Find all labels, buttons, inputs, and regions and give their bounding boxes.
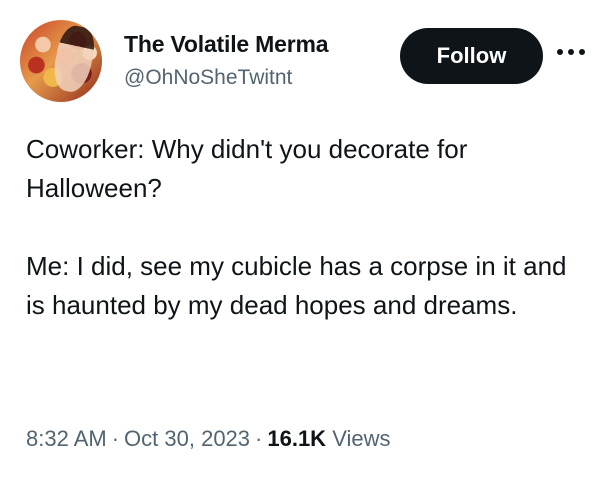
tweet-paragraph: Coworker: Why didn't you decorate for Ha…	[26, 134, 468, 203]
tweet-time[interactable]: 8:32 AM	[26, 426, 107, 451]
author-handle[interactable]: @OhNoSheTwitnt	[124, 66, 292, 90]
tweet-paragraph: Me: I did, see my cubicle has a corpse i…	[26, 251, 567, 320]
more-options-icon[interactable]	[555, 44, 587, 60]
follow-button[interactable]: Follow	[400, 28, 543, 84]
meta-separator: ·	[111, 426, 120, 451]
tweet-meta: 8:32 AM · Oct 30, 2023 · 16.1K Views	[26, 426, 391, 452]
avatar-face	[49, 22, 99, 96]
avatar[interactable]	[20, 20, 102, 102]
meta-separator: ·	[255, 426, 263, 451]
views-count[interactable]: 16.1K	[267, 426, 326, 451]
views-label[interactable]: Views	[332, 426, 390, 451]
author-display-name[interactable]: The Volatile Merma	[124, 31, 329, 58]
tweet-card: The Volatile Merma @OhNoSheTwitnt Follow…	[0, 0, 600, 480]
tweet-text: Coworker: Why didn't you decorate for Ha…	[26, 130, 586, 325]
tweet-date[interactable]: Oct 30, 2023	[124, 426, 250, 451]
